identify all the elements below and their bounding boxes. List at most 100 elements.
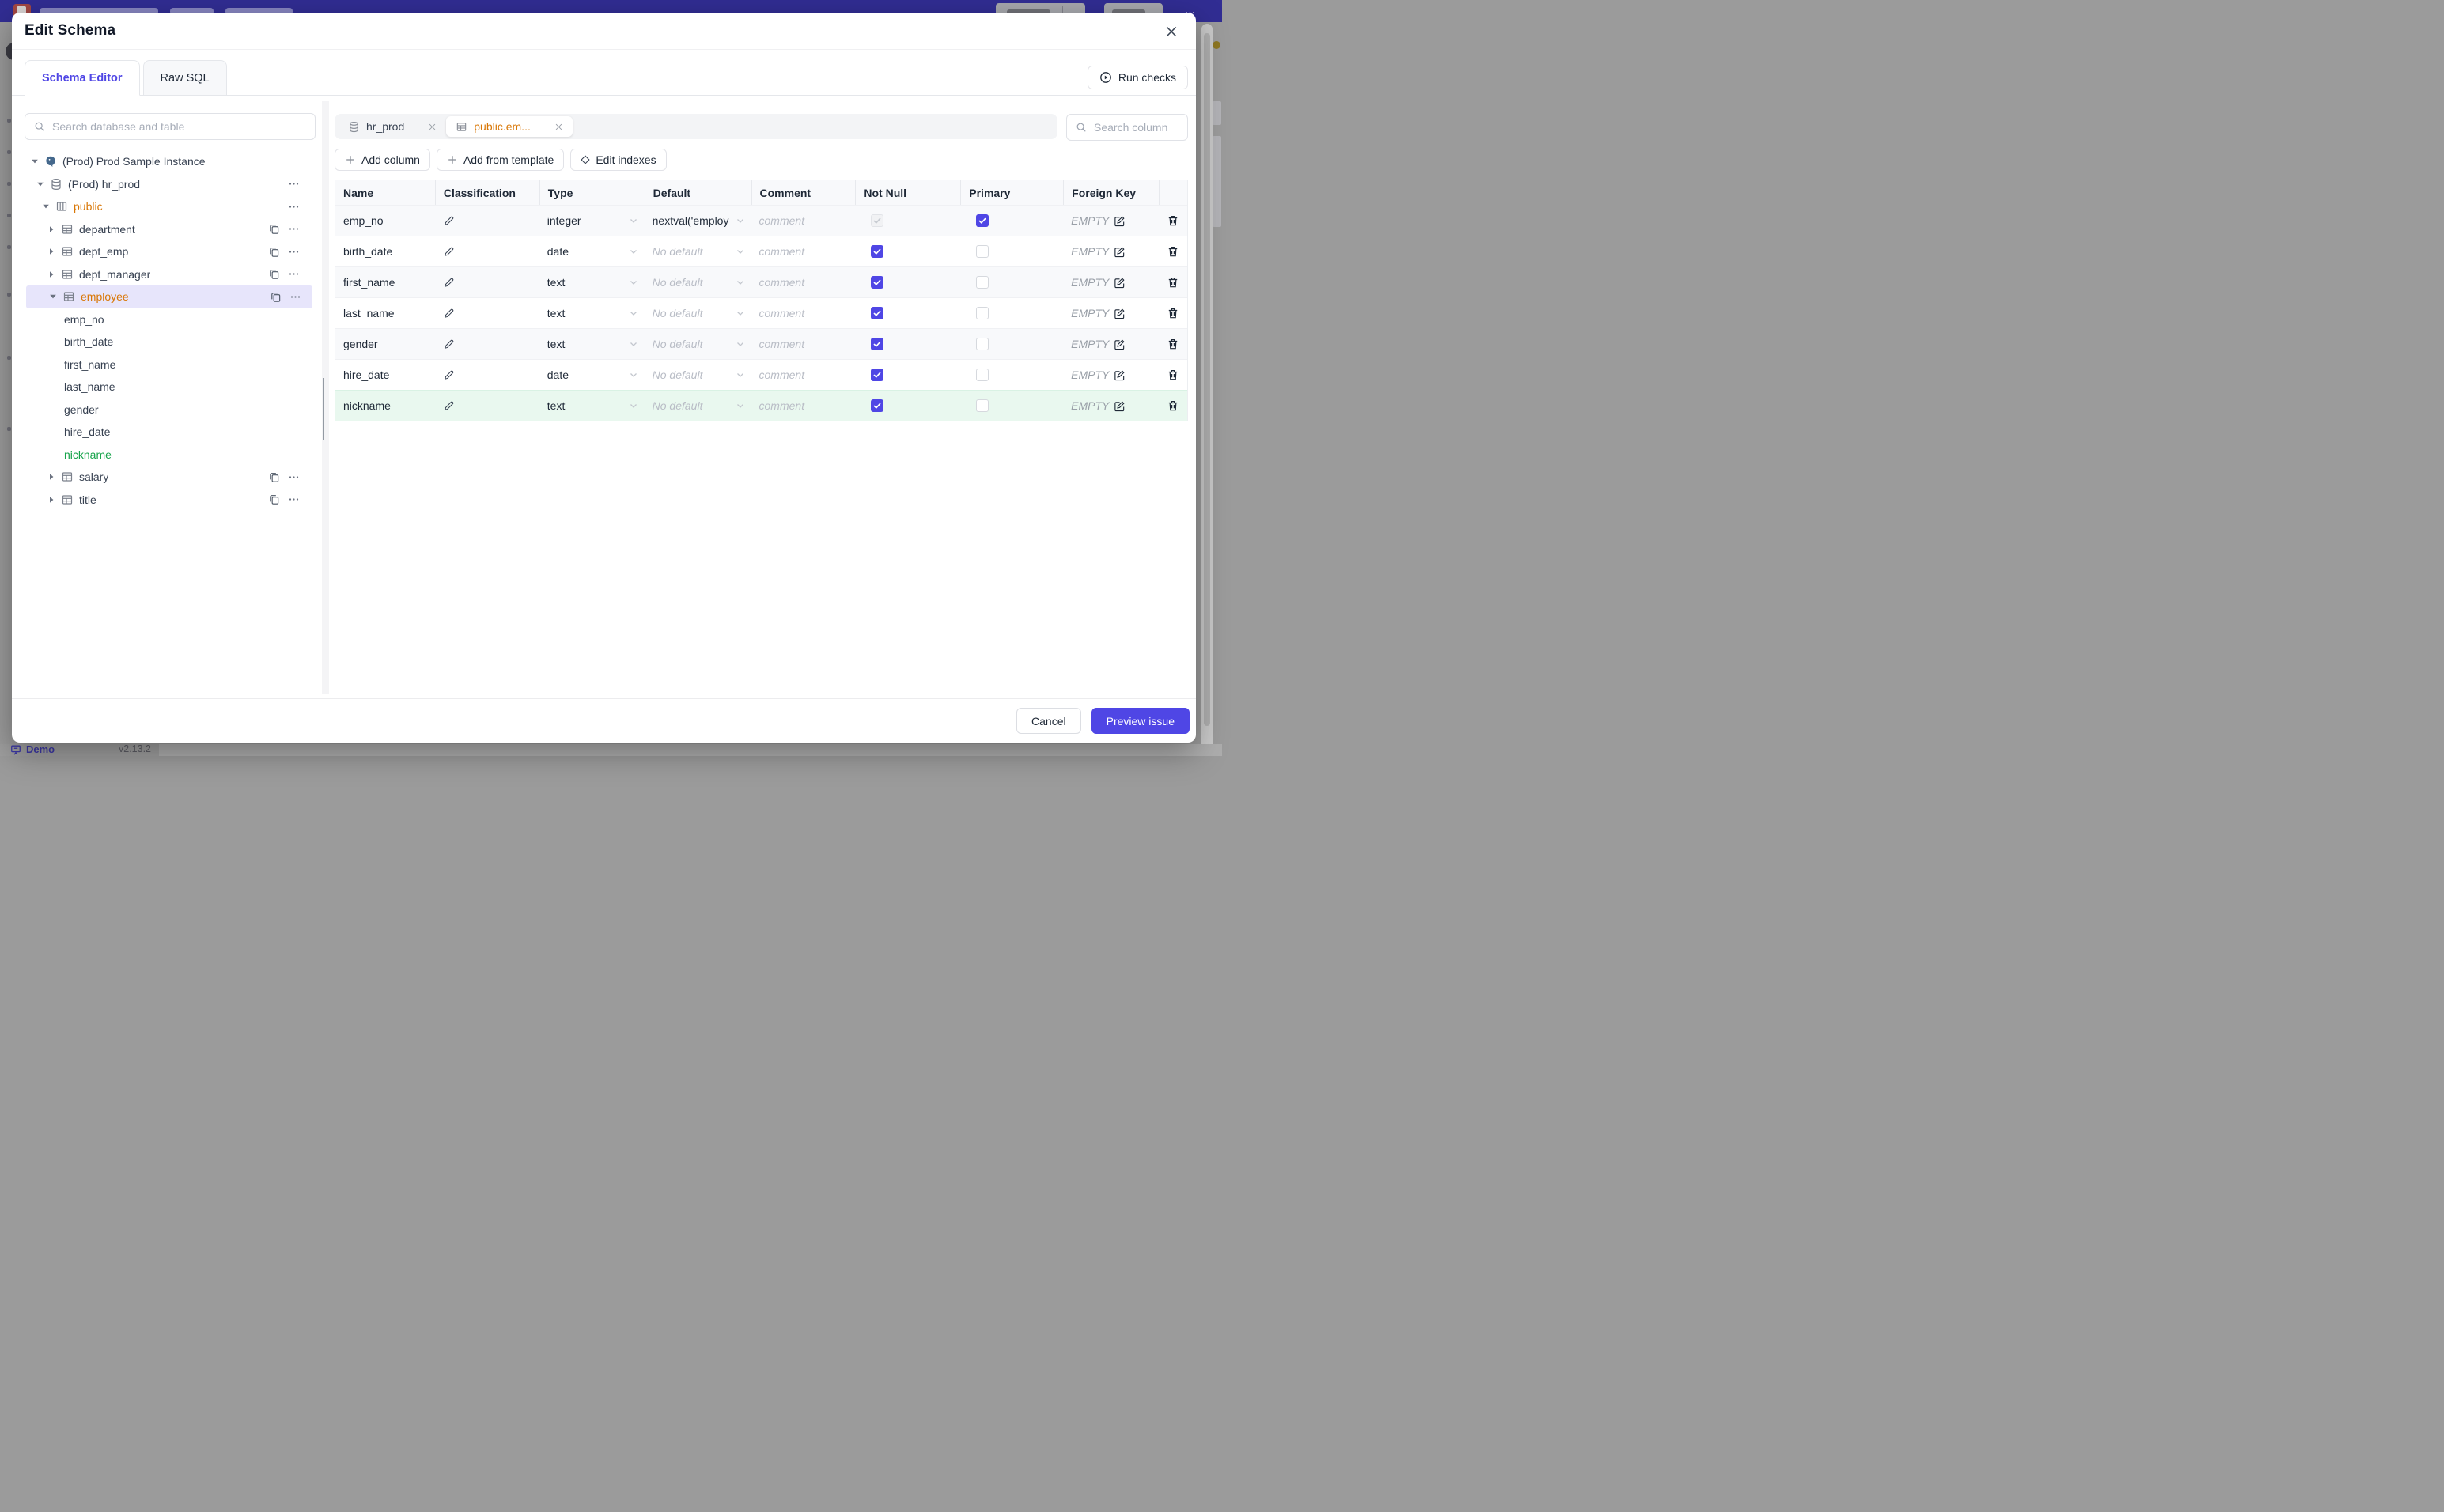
foreign-key-editor[interactable]: EMPTY: [1071, 399, 1126, 412]
tree-search-input[interactable]: [25, 113, 316, 140]
tree-item-department[interactable]: department: [25, 218, 316, 241]
column-name[interactable]: last_name: [343, 307, 435, 319]
open-tab-public-em-[interactable]: public.em...: [446, 116, 573, 137]
primary-checkbox[interactable]: [976, 338, 989, 350]
tab-schema-editor[interactable]: Schema Editor: [25, 60, 140, 96]
type-select[interactable]: integer: [539, 206, 645, 236]
type-select[interactable]: date: [539, 360, 645, 390]
caret-right-icon[interactable]: [47, 248, 55, 255]
copy-icon[interactable]: [268, 493, 280, 505]
primary-checkbox[interactable]: [976, 399, 989, 412]
trash-icon[interactable]: [1167, 338, 1179, 350]
caret-right-icon[interactable]: [47, 473, 55, 481]
tree-item-dept_manager[interactable]: dept_manager: [25, 263, 316, 286]
comment-field[interactable]: comment: [759, 214, 856, 227]
more-actions-icon[interactable]: [288, 201, 300, 213]
column-name[interactable]: first_name: [343, 276, 435, 289]
copy-icon[interactable]: [268, 471, 280, 483]
default-select[interactable]: No default: [645, 236, 751, 266]
classification-edit-icon[interactable]: [443, 246, 455, 258]
add-column-button[interactable]: Add column: [335, 149, 430, 171]
comment-field[interactable]: comment: [759, 399, 856, 412]
not-null-checkbox[interactable]: [871, 399, 884, 412]
caret-down-icon[interactable]: [42, 202, 50, 210]
demo-link[interactable]: Demo: [10, 743, 55, 755]
comment-field[interactable]: comment: [759, 307, 856, 319]
tree-item-last_name[interactable]: last_name: [25, 376, 316, 399]
tree-item--prod-prod-sample-instance[interactable]: (Prod) Prod Sample Instance: [25, 150, 316, 173]
column-name[interactable]: nickname: [343, 399, 435, 412]
not-null-checkbox[interactable]: [871, 245, 884, 258]
close-tab-icon[interactable]: [554, 123, 563, 131]
add-from-template-button[interactable]: Add from template: [436, 149, 565, 171]
trash-icon[interactable]: [1167, 214, 1179, 227]
column-name[interactable]: gender: [343, 338, 435, 350]
default-select[interactable]: No default: [645, 298, 751, 328]
primary-checkbox[interactable]: [976, 307, 989, 319]
more-actions-icon[interactable]: [289, 291, 301, 303]
foreign-key-editor[interactable]: EMPTY: [1071, 245, 1126, 258]
classification-edit-icon[interactable]: [443, 400, 455, 412]
caret-right-icon[interactable]: [47, 496, 55, 504]
comment-field[interactable]: comment: [759, 369, 856, 381]
foreign-key-editor[interactable]: EMPTY: [1071, 369, 1126, 381]
more-actions-icon[interactable]: [288, 223, 300, 235]
tree-item--prod-hr_prod[interactable]: (Prod) hr_prod: [25, 173, 316, 196]
default-select[interactable]: No default: [645, 329, 751, 359]
page-scrollbar-thumb[interactable]: [1204, 33, 1210, 726]
more-actions-icon[interactable]: [288, 471, 300, 483]
type-select[interactable]: text: [539, 298, 645, 328]
tree-item-gender[interactable]: gender: [25, 399, 316, 421]
close-icon[interactable]: [1164, 25, 1178, 39]
type-select[interactable]: text: [539, 267, 645, 297]
tree-item-hire_date[interactable]: hire_date: [25, 421, 316, 444]
classification-edit-icon[interactable]: [443, 369, 455, 381]
tree-item-nickname[interactable]: nickname: [25, 444, 316, 467]
classification-edit-icon[interactable]: [443, 215, 455, 227]
trash-icon[interactable]: [1167, 369, 1179, 381]
trash-icon[interactable]: [1167, 245, 1179, 258]
copy-icon[interactable]: [268, 246, 280, 258]
column-name[interactable]: emp_no: [343, 214, 435, 227]
classification-edit-icon[interactable]: [443, 338, 455, 350]
edit-indexes-button[interactable]: Edit indexes: [570, 149, 667, 171]
more-actions-icon[interactable]: [288, 246, 300, 258]
type-select[interactable]: text: [539, 391, 645, 421]
caret-right-icon[interactable]: [47, 225, 55, 233]
copy-icon[interactable]: [268, 268, 280, 280]
not-null-checkbox[interactable]: [871, 369, 884, 381]
foreign-key-editor[interactable]: EMPTY: [1071, 338, 1126, 350]
caret-down-icon[interactable]: [49, 293, 57, 301]
classification-edit-icon[interactable]: [443, 277, 455, 289]
tree-item-salary[interactable]: salary: [25, 466, 316, 489]
trash-icon[interactable]: [1167, 307, 1179, 319]
cancel-button[interactable]: Cancel: [1016, 708, 1081, 734]
type-select[interactable]: text: [539, 329, 645, 359]
foreign-key-editor[interactable]: EMPTY: [1071, 276, 1126, 289]
comment-field[interactable]: comment: [759, 245, 856, 258]
caret-right-icon[interactable]: [47, 270, 55, 278]
tree-item-emp_no[interactable]: emp_no: [25, 308, 316, 331]
column-name[interactable]: birth_date: [343, 245, 435, 258]
primary-checkbox[interactable]: [976, 214, 989, 227]
primary-checkbox[interactable]: [976, 245, 989, 258]
close-tab-icon[interactable]: [428, 123, 437, 131]
not-null-checkbox[interactable]: [871, 307, 884, 319]
primary-checkbox[interactable]: [976, 369, 989, 381]
tab-raw-sql[interactable]: Raw SQL: [142, 60, 227, 96]
preview-issue-button[interactable]: Preview issue: [1091, 708, 1190, 734]
caret-down-icon[interactable]: [36, 180, 44, 188]
default-select[interactable]: No default: [645, 391, 751, 421]
caret-down-icon[interactable]: [31, 157, 39, 165]
default-select[interactable]: nextval('employ: [645, 206, 751, 236]
tree-item-birth_date[interactable]: birth_date: [25, 331, 316, 353]
tree-item-public[interactable]: public: [25, 195, 316, 218]
more-actions-icon[interactable]: [288, 178, 300, 190]
divider-drag-handle[interactable]: [323, 378, 327, 440]
type-select[interactable]: date: [539, 236, 645, 266]
classification-edit-icon[interactable]: [443, 308, 455, 319]
primary-checkbox[interactable]: [976, 276, 989, 289]
comment-field[interactable]: comment: [759, 276, 856, 289]
trash-icon[interactable]: [1167, 276, 1179, 289]
open-tab-hr_prod[interactable]: hr_prod: [339, 114, 446, 139]
